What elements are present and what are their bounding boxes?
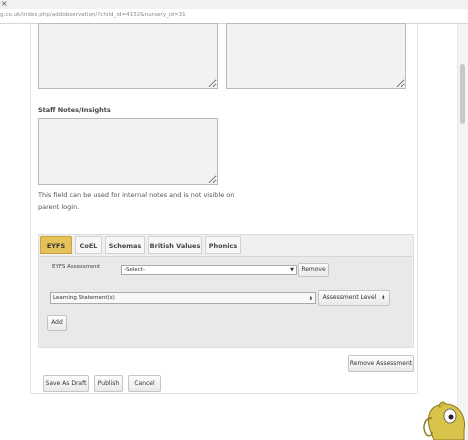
- learning-statements-select-value: Learning Statement(s): [53, 295, 115, 301]
- save-as-draft-button[interactable]: Save As Draft: [43, 375, 89, 392]
- close-tab-icon[interactable]: ×: [1, 0, 8, 9]
- staff-notes-help-line-2: parent login.: [38, 203, 80, 211]
- staff-notes-label: Staff Notes/Insights: [38, 106, 111, 114]
- content-divider: [30, 393, 416, 394]
- staff-notes-help-line-1: This field can be used for internal note…: [38, 191, 235, 199]
- tab-phonics[interactable]: Phonics: [205, 236, 241, 254]
- eyfs-assessment-select[interactable]: -Select- ▼: [121, 265, 297, 275]
- scrollbar[interactable]: [457, 24, 468, 440]
- assessment-level-button[interactable]: Assessment Level ⬍: [318, 290, 390, 306]
- tab-eyfs[interactable]: EYFS: [40, 236, 72, 254]
- caret-down-icon: ▼: [290, 267, 294, 273]
- tab-schemas[interactable]: Schemas: [105, 236, 145, 254]
- eyfs-assessment-select-value: -Select-: [124, 267, 145, 273]
- add-button[interactable]: Add: [47, 315, 67, 331]
- tab-british-values[interactable]: British Values: [148, 236, 202, 254]
- updown-arrows-icon: ⬍: [381, 295, 386, 301]
- cancel-button[interactable]: Cancel: [128, 375, 161, 392]
- staff-notes-textarea[interactable]: [38, 118, 218, 185]
- url-text[interactable]: g.co.uk/index.php/addobservation/?child_…: [0, 12, 186, 18]
- eyfs-assessment-label: EYFS Assessment: [52, 264, 101, 270]
- browser-window: × g.co.uk/index.php/addobservation/?chil…: [0, 0, 468, 440]
- address-bar[interactable]: g.co.uk/index.php/addobservation/?child_…: [0, 9, 468, 24]
- elephant-mascot-icon: [423, 401, 465, 440]
- notes-textarea-right[interactable]: [226, 23, 406, 89]
- scrollbar-thumb[interactable]: [460, 64, 465, 124]
- publish-button[interactable]: Publish: [94, 375, 123, 392]
- tab-coel[interactable]: CoEL: [75, 236, 102, 254]
- learning-statements-select[interactable]: Learning Statement(s) ⬍: [50, 292, 316, 304]
- updown-arrows-icon: ⬍: [308, 296, 313, 302]
- remove-button[interactable]: Remove: [298, 263, 329, 277]
- notes-textarea-left[interactable]: [38, 23, 218, 89]
- assessment-level-label: Assessment Level: [322, 294, 377, 301]
- remove-assessment-button[interactable]: Remove Assessment: [348, 355, 414, 372]
